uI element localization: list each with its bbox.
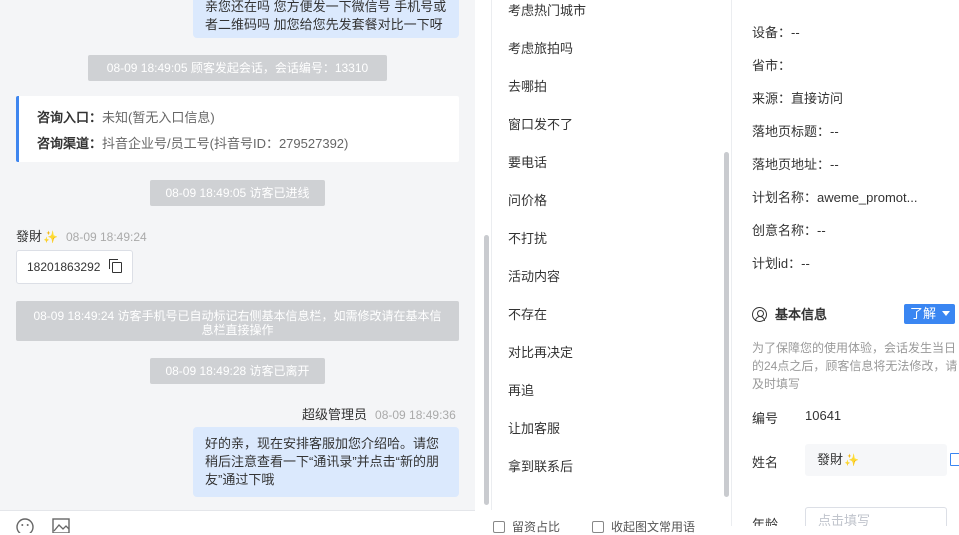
- copy-icon[interactable]: [950, 453, 959, 466]
- system-message-visitor-enter: 08-09 18:49:05 访客已进线: [150, 180, 325, 206]
- lead-ratio-toggle[interactable]: 留资占比: [493, 518, 560, 535]
- quick-reply-item[interactable]: 活动内容: [508, 266, 560, 285]
- consult-channel-label: 咨询渠道：: [37, 136, 103, 151]
- landing-url-row: 落地页地址：--: [752, 157, 839, 172]
- visitor-time: 08-09 18:49:24: [65, 230, 147, 244]
- consult-entry-value: 未知(暂无入口信息): [102, 110, 215, 125]
- quick-reply-scrollbar[interactable]: [724, 152, 729, 497]
- agent-message-text: 亲您还在吗 您方便发一下微信号 手机号或者二维码吗 加您给您先发套餐对比一下呀: [205, 0, 447, 32]
- visitor-name: 發財: [16, 229, 43, 244]
- visitor-sender-line: 發財✨ 08-09 18:49:24: [16, 226, 147, 245]
- consult-entry-label: 咨询入口：: [37, 110, 103, 125]
- quick-reply-item[interactable]: 让加客服: [508, 418, 560, 437]
- customer-info-panel: 设备：-- 省市： 来源：直接访问 落地页标题：-- 落地页地址：-- 计划名称…: [731, 0, 959, 526]
- image-icon[interactable]: [52, 517, 70, 533]
- source-row: 来源：直接访问: [752, 91, 844, 106]
- number-value: 10641: [805, 408, 842, 423]
- agent-message-text: 好的亲，现在安排客服加您介绍哈。请您稍后注意查看一下“通讯录”并点击“新的朋友”…: [205, 436, 440, 487]
- quick-reply-item[interactable]: 对比再决定: [508, 342, 573, 361]
- consult-channel-value: 抖音企业号/员工号(抖音号ID：279527392): [102, 136, 349, 151]
- copy-icon[interactable]: [109, 259, 122, 273]
- creative-name-row: 创意名称：--: [752, 223, 826, 238]
- basic-info-notice: 为了保障您的使用体验，会话发生当日的24点之后，顾客信息将无法修改，请及时填写: [752, 341, 958, 391]
- quick-reply-panel: 考虑热门城市 考虑旅拍吗 去哪拍 窗口发不了 要电话 问价格 不打扰 活动内容 …: [491, 0, 731, 510]
- age-input[interactable]: 点击填写: [805, 507, 947, 526]
- quick-reply-item[interactable]: 问价格: [508, 190, 547, 209]
- checkbox-icon[interactable]: [592, 521, 604, 533]
- learn-more-button[interactable]: 了解: [904, 304, 955, 324]
- province-row: 省市：: [752, 58, 792, 73]
- agent-sender-line: 超级管理员 08-09 18:49:36: [302, 404, 456, 423]
- sparkle-icon: ✨: [844, 453, 859, 467]
- caret-down-icon: [942, 311, 950, 316]
- consult-info-card: 咨询入口：未知(暂无入口信息) 咨询渠道：抖音企业号/员工号(抖音号ID：279…: [16, 96, 459, 162]
- name-label: 姓名: [752, 455, 779, 470]
- basic-info-header: 基本信息: [752, 304, 827, 323]
- agent-message-bubble: 好的亲，现在安排客服加您介绍哈。请您稍后注意查看一下“通讯录”并点击“新的朋友”…: [193, 427, 459, 497]
- device-row: 设备：--: [752, 25, 800, 40]
- age-label: 年龄: [752, 517, 779, 526]
- collapse-media-replies-toggle[interactable]: 收起图文常用语: [592, 518, 695, 535]
- number-label: 编号: [752, 411, 779, 426]
- system-message-session-start: 08-09 18:49:05 顾客发起会话，会话编号：13310: [88, 55, 387, 81]
- landing-title-row: 落地页标题：--: [752, 124, 839, 139]
- quick-reply-item[interactable]: 拿到联系后: [508, 456, 573, 475]
- chat-panel: 亲您还在吗 您方便发一下微信号 手机号或者二维码吗 加您给您先发套餐对比一下呀 …: [0, 0, 475, 510]
- quick-reply-toolbar: 留资占比 收起图文常用语: [491, 510, 731, 534]
- quick-reply-item[interactable]: 不打扰: [508, 228, 547, 247]
- plan-name-row: 计划名称：aweme_promot...: [752, 190, 918, 205]
- user-circle-icon: [752, 307, 767, 322]
- chat-toolbar: [0, 510, 475, 533]
- emoji-icon[interactable]: [16, 517, 34, 533]
- agent-name: 超级管理员: [302, 407, 368, 422]
- visitor-phone: 18201863292: [27, 260, 101, 274]
- consult-entry-row: 咨询入口：未知(暂无入口信息): [37, 105, 441, 131]
- quick-reply-item[interactable]: 不存在: [508, 304, 547, 323]
- checkbox-icon[interactable]: [493, 521, 505, 533]
- quick-reply-item[interactable]: 再追: [508, 380, 534, 399]
- quick-reply-item[interactable]: 要电话: [508, 152, 547, 171]
- quick-reply-item[interactable]: 去哪拍: [508, 76, 547, 95]
- plan-id-row: 计划id：--: [752, 256, 810, 271]
- consult-channel-row: 咨询渠道：抖音企业号/员工号(抖音号ID：279527392): [37, 131, 441, 157]
- name-field[interactable]: 發財✨: [805, 444, 947, 476]
- system-message-visitor-leave: 08-09 18:49:28 访客已离开: [150, 358, 325, 384]
- agent-time: 08-09 18:49:36: [375, 408, 456, 422]
- visitor-phone-message[interactable]: 18201863292: [16, 250, 133, 284]
- sparkle-icon: ✨: [43, 230, 58, 244]
- quick-reply-item[interactable]: 窗口发不了: [508, 114, 573, 133]
- quick-reply-item[interactable]: 考虑热门城市: [508, 0, 586, 19]
- quick-reply-item[interactable]: 考虑旅拍吗: [508, 38, 573, 57]
- chat-scrollbar[interactable]: [484, 235, 489, 505]
- system-message-phone-note: 08-09 18:49:24 访客手机号已自动标记右侧基本信息栏，如需修改请在基…: [16, 301, 459, 341]
- agent-message-bubble: 亲您还在吗 您方便发一下微信号 手机号或者二维码吗 加您给您先发套餐对比一下呀: [193, 0, 459, 38]
